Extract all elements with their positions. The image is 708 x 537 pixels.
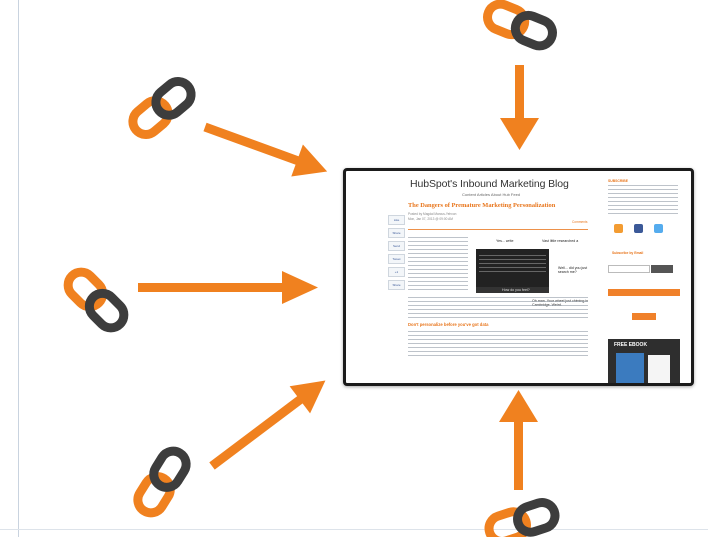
chain-link-icon-left: [63, 267, 129, 333]
share-button: Send: [388, 241, 405, 251]
share-button: +1: [388, 267, 405, 277]
search-bar: Search: [608, 289, 680, 303]
chain-link-icon-bottom: [486, 499, 559, 537]
chain-link-icon-upper-left: [128, 76, 197, 140]
diagram-canvas: HubSpot's Inbound Marketing Blog Content…: [0, 0, 708, 537]
paragraph: [408, 237, 468, 293]
share-button: Like: [388, 215, 405, 225]
annotation: Well... did you just search me?: [558, 266, 588, 274]
divider: [408, 229, 588, 230]
rss-icon: [614, 224, 623, 233]
email-heading: Subscribe by Email: [612, 251, 644, 255]
go-button: Go: [632, 313, 656, 327]
chain-link-icon-lower-left: [133, 446, 191, 517]
email-input: [608, 265, 650, 273]
twitter-icon: [654, 224, 663, 233]
subscribe-heading: SUBSCRIBE: [608, 179, 628, 183]
chain-link-icon-top: [484, 0, 557, 50]
arrow-icon-bottom: [499, 390, 538, 490]
share-buttons: Like Share Send Tweet +1 Share: [388, 215, 405, 293]
ebook-cover-secondary: [648, 355, 670, 383]
annotation: Vast little researched a: [542, 239, 579, 243]
blog-screenshot: HubSpot's Inbound Marketing Blog Content…: [343, 168, 694, 386]
go-label: Go: [642, 323, 648, 327]
post-date: Mon, Jan 07, 2013 @ 09:00 AM: [408, 217, 453, 221]
facebook-icon: [634, 224, 643, 233]
post-title: The Dangers of Premature Marketing Perso…: [408, 202, 556, 209]
section-heading: Don't personalize before you've got data: [408, 322, 489, 327]
share-button: Tweet: [388, 254, 405, 264]
video-caption: How do you feel?: [502, 288, 530, 292]
blog-nav: Content Articles About Hub Feed: [462, 192, 521, 197]
arrow-icon-upper-left: [203, 122, 328, 177]
comments-link: Comments: [572, 220, 588, 224]
subscribe-button: [651, 265, 673, 273]
ebook-cover: [616, 353, 644, 383]
sidebar-text: [608, 185, 678, 217]
post-byline: Posted by Magdal Marcus-Yehvon: [408, 212, 457, 216]
ebook-label: FREE EBOOK: [614, 342, 648, 348]
blog-title: HubSpot's Inbound Marketing Blog: [410, 178, 569, 190]
paragraph: [408, 297, 588, 319]
search-label: Search: [610, 299, 622, 303]
arrow-icon-left: [138, 271, 318, 304]
paragraph: [408, 331, 588, 359]
video-embed: How do you feel?: [476, 249, 549, 293]
share-button: Share: [388, 228, 405, 238]
annotation: Yes... write: [496, 239, 514, 243]
arrow-icon-top: [500, 65, 539, 150]
share-button: Share: [388, 280, 405, 290]
arrow-icon-lower-left: [209, 380, 326, 470]
free-ebook-ad: FREE EBOOK: [608, 339, 680, 383]
